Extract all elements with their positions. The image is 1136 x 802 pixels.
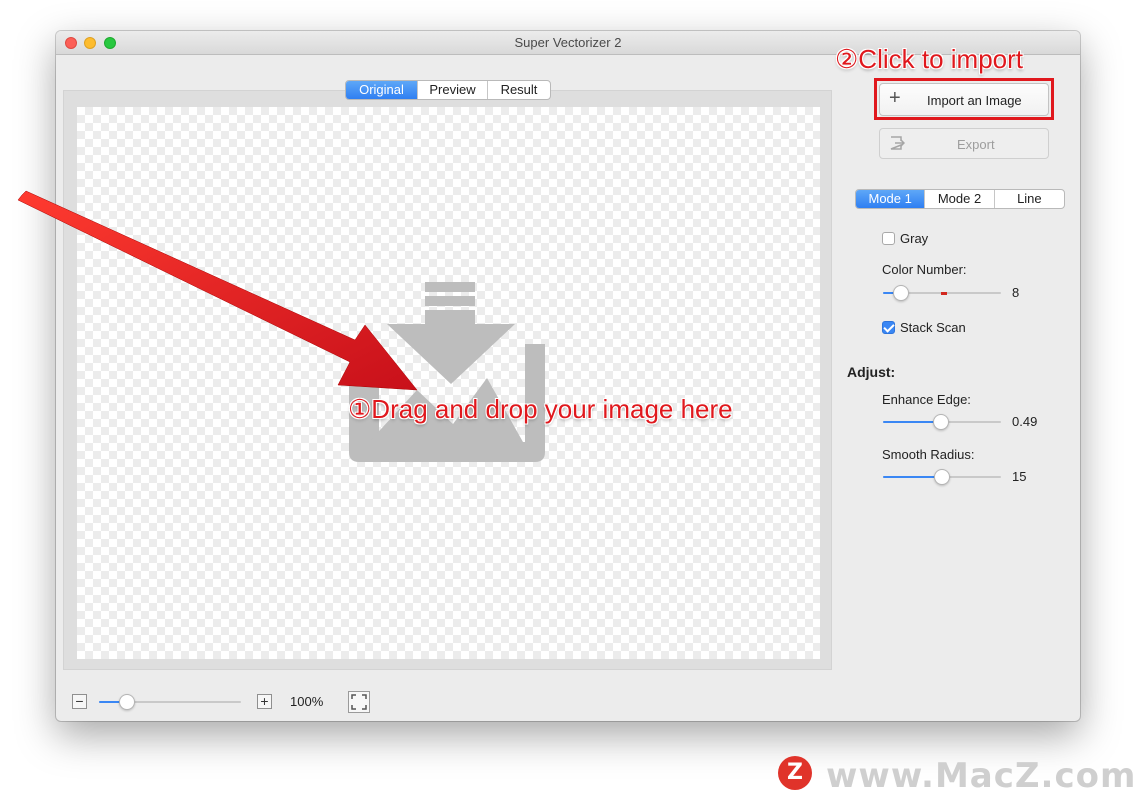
- click-import-annotation: ②Click to import: [835, 44, 1024, 74]
- drag-drop-annotation: ①Drag and drop your image here: [348, 394, 733, 424]
- watermark-text: www.MacZ.com: [826, 756, 1136, 796]
- macz-logo-icon: Z: [778, 756, 812, 790]
